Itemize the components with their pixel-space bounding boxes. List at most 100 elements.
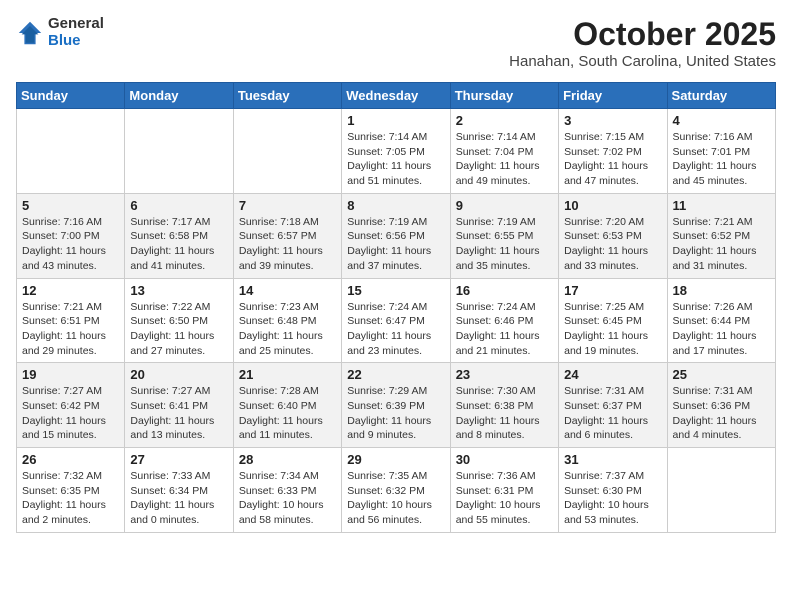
logo-text: General Blue [48, 16, 104, 49]
calendar-empty-cell [667, 448, 775, 533]
weekday-header-sunday: Sunday [17, 83, 125, 109]
logo: General Blue [16, 16, 104, 49]
day-info: Sunrise: 7:31 AM Sunset: 6:37 PM Dayligh… [564, 384, 661, 443]
calendar-week-row: 12 Sunrise: 7:21 AM Sunset: 6:51 PM Dayli… [17, 278, 776, 363]
calendar-day-27: 27 Sunrise: 7:33 AM Sunset: 6:34 PM Dayli… [125, 448, 233, 533]
day-info: Sunrise: 7:17 AM Sunset: 6:58 PM Dayligh… [130, 215, 227, 274]
calendar-day-5: 5 Sunrise: 7:16 AM Sunset: 7:00 PM Daylig… [17, 193, 125, 278]
day-number: 16 [456, 283, 553, 298]
day-info: Sunrise: 7:19 AM Sunset: 6:55 PM Dayligh… [456, 215, 553, 274]
calendar-day-18: 18 Sunrise: 7:26 AM Sunset: 6:44 PM Dayli… [667, 278, 775, 363]
day-number: 1 [347, 113, 444, 128]
day-info: Sunrise: 7:27 AM Sunset: 6:42 PM Dayligh… [22, 384, 119, 443]
day-info: Sunrise: 7:30 AM Sunset: 6:38 PM Dayligh… [456, 384, 553, 443]
day-info: Sunrise: 7:16 AM Sunset: 7:01 PM Dayligh… [673, 130, 770, 189]
calendar-table: SundayMondayTuesdayWednesdayThursdayFrid… [16, 82, 776, 533]
calendar-day-1: 1 Sunrise: 7:14 AM Sunset: 7:05 PM Daylig… [342, 109, 450, 194]
day-info: Sunrise: 7:37 AM Sunset: 6:30 PM Dayligh… [564, 469, 661, 528]
logo-icon [16, 19, 44, 47]
day-info: Sunrise: 7:19 AM Sunset: 6:56 PM Dayligh… [347, 215, 444, 274]
weekday-header-wednesday: Wednesday [342, 83, 450, 109]
calendar-day-29: 29Sunrise: 7:35 AM Sunset: 6:32 PM Dayli… [342, 448, 450, 533]
calendar-day-2: 2Sunrise: 7:14 AM Sunset: 7:04 PM Daylig… [450, 109, 558, 194]
day-number: 24 [564, 367, 661, 382]
day-info: Sunrise: 7:31 AM Sunset: 6:36 PM Dayligh… [673, 384, 770, 443]
day-info: Sunrise: 7:25 AM Sunset: 6:45 PM Dayligh… [564, 300, 661, 359]
day-number: 5 [22, 198, 119, 213]
calendar-empty-cell [233, 109, 341, 194]
day-info: Sunrise: 7:16 AM Sunset: 7:00 PM Dayligh… [22, 215, 119, 274]
day-number: 10 [564, 198, 661, 213]
calendar-day-28: 28 Sunrise: 7:34 AM Sunset: 6:33 PM Dayli… [233, 448, 341, 533]
day-info: Sunrise: 7:26 AM Sunset: 6:44 PM Dayligh… [673, 300, 770, 359]
day-info: Sunrise: 7:22 AM Sunset: 6:50 PM Dayligh… [130, 300, 227, 359]
calendar-day-10: 10 Sunrise: 7:20 AM Sunset: 6:53 PM Dayli… [559, 193, 667, 278]
day-number: 9 [456, 198, 553, 213]
weekday-header-thursday: Thursday [450, 83, 558, 109]
day-number: 6 [130, 198, 227, 213]
calendar-day-21: 21Sunrise: 7:28 AM Sunset: 6:40 PM Dayli… [233, 363, 341, 448]
day-number: 30 [456, 452, 553, 467]
day-number: 29 [347, 452, 444, 467]
weekday-header-saturday: Saturday [667, 83, 775, 109]
logo-blue-text: Blue [48, 33, 104, 50]
day-number: 4 [673, 113, 770, 128]
calendar-week-row: 5 Sunrise: 7:16 AM Sunset: 7:00 PM Daylig… [17, 193, 776, 278]
title-block: October 2025 Hanahan, South Carolina, Un… [509, 16, 776, 70]
calendar-day-25: 25 Sunrise: 7:31 AM Sunset: 6:36 PM Dayli… [667, 363, 775, 448]
day-number: 27 [130, 452, 227, 467]
calendar-day-19: 19Sunrise: 7:27 AM Sunset: 6:42 PM Dayli… [17, 363, 125, 448]
calendar-day-15: 15 Sunrise: 7:24 AM Sunset: 6:47 PM Dayli… [342, 278, 450, 363]
day-number: 2 [456, 113, 553, 128]
day-number: 17 [564, 283, 661, 298]
day-number: 8 [347, 198, 444, 213]
location-title: Hanahan, South Carolina, United States [509, 53, 776, 70]
calendar-day-3: 3Sunrise: 7:15 AM Sunset: 7:02 PM Daylig… [559, 109, 667, 194]
day-info: Sunrise: 7:32 AM Sunset: 6:35 PM Dayligh… [22, 469, 119, 528]
calendar-day-11: 11 Sunrise: 7:21 AM Sunset: 6:52 PM Dayli… [667, 193, 775, 278]
day-number: 18 [673, 283, 770, 298]
weekday-header-row: SundayMondayTuesdayWednesdayThursdayFrid… [17, 83, 776, 109]
calendar-week-row: 26 Sunrise: 7:32 AM Sunset: 6:35 PM Dayli… [17, 448, 776, 533]
page-header: General Blue October 2025 Hanahan, South… [16, 16, 776, 70]
day-info: Sunrise: 7:27 AM Sunset: 6:41 PM Dayligh… [130, 384, 227, 443]
day-info: Sunrise: 7:14 AM Sunset: 7:05 PM Dayligh… [347, 130, 444, 189]
day-number: 23 [456, 367, 553, 382]
day-info: Sunrise: 7:29 AM Sunset: 6:39 PM Dayligh… [347, 384, 444, 443]
day-info: Sunrise: 7:15 AM Sunset: 7:02 PM Dayligh… [564, 130, 661, 189]
calendar-day-20: 20 Sunrise: 7:27 AM Sunset: 6:41 PM Dayli… [125, 363, 233, 448]
day-number: 12 [22, 283, 119, 298]
calendar-day-23: 23 Sunrise: 7:30 AM Sunset: 6:38 PM Dayli… [450, 363, 558, 448]
day-number: 25 [673, 367, 770, 382]
calendar-empty-cell [17, 109, 125, 194]
calendar-day-26: 26 Sunrise: 7:32 AM Sunset: 6:35 PM Dayli… [17, 448, 125, 533]
day-info: Sunrise: 7:21 AM Sunset: 6:51 PM Dayligh… [22, 300, 119, 359]
calendar-day-9: 9 Sunrise: 7:19 AM Sunset: 6:55 PM Daylig… [450, 193, 558, 278]
calendar-day-30: 30 Sunrise: 7:36 AM Sunset: 6:31 PM Dayli… [450, 448, 558, 533]
weekday-header-tuesday: Tuesday [233, 83, 341, 109]
day-number: 11 [673, 198, 770, 213]
day-info: Sunrise: 7:33 AM Sunset: 6:34 PM Dayligh… [130, 469, 227, 528]
day-number: 31 [564, 452, 661, 467]
calendar-day-4: 4 Sunrise: 7:16 AM Sunset: 7:01 PM Daylig… [667, 109, 775, 194]
day-info: Sunrise: 7:36 AM Sunset: 6:31 PM Dayligh… [456, 469, 553, 528]
day-info: Sunrise: 7:21 AM Sunset: 6:52 PM Dayligh… [673, 215, 770, 274]
calendar-day-14: 14Sunrise: 7:23 AM Sunset: 6:48 PM Dayli… [233, 278, 341, 363]
day-number: 7 [239, 198, 336, 213]
day-number: 28 [239, 452, 336, 467]
day-info: Sunrise: 7:34 AM Sunset: 6:33 PM Dayligh… [239, 469, 336, 528]
logo-general-text: General [48, 16, 104, 33]
day-number: 15 [347, 283, 444, 298]
calendar-day-7: 7Sunrise: 7:18 AM Sunset: 6:57 PM Daylig… [233, 193, 341, 278]
day-info: Sunrise: 7:24 AM Sunset: 6:46 PM Dayligh… [456, 300, 553, 359]
day-info: Sunrise: 7:24 AM Sunset: 6:47 PM Dayligh… [347, 300, 444, 359]
calendar-day-13: 13Sunrise: 7:22 AM Sunset: 6:50 PM Dayli… [125, 278, 233, 363]
calendar-day-17: 17 Sunrise: 7:25 AM Sunset: 6:45 PM Dayli… [559, 278, 667, 363]
day-number: 20 [130, 367, 227, 382]
weekday-header-monday: Monday [125, 83, 233, 109]
calendar-day-31: 31 Sunrise: 7:37 AM Sunset: 6:30 PM Dayli… [559, 448, 667, 533]
day-number: 26 [22, 452, 119, 467]
day-info: Sunrise: 7:20 AM Sunset: 6:53 PM Dayligh… [564, 215, 661, 274]
calendar-day-24: 24 Sunrise: 7:31 AM Sunset: 6:37 PM Dayli… [559, 363, 667, 448]
day-info: Sunrise: 7:23 AM Sunset: 6:48 PM Dayligh… [239, 300, 336, 359]
